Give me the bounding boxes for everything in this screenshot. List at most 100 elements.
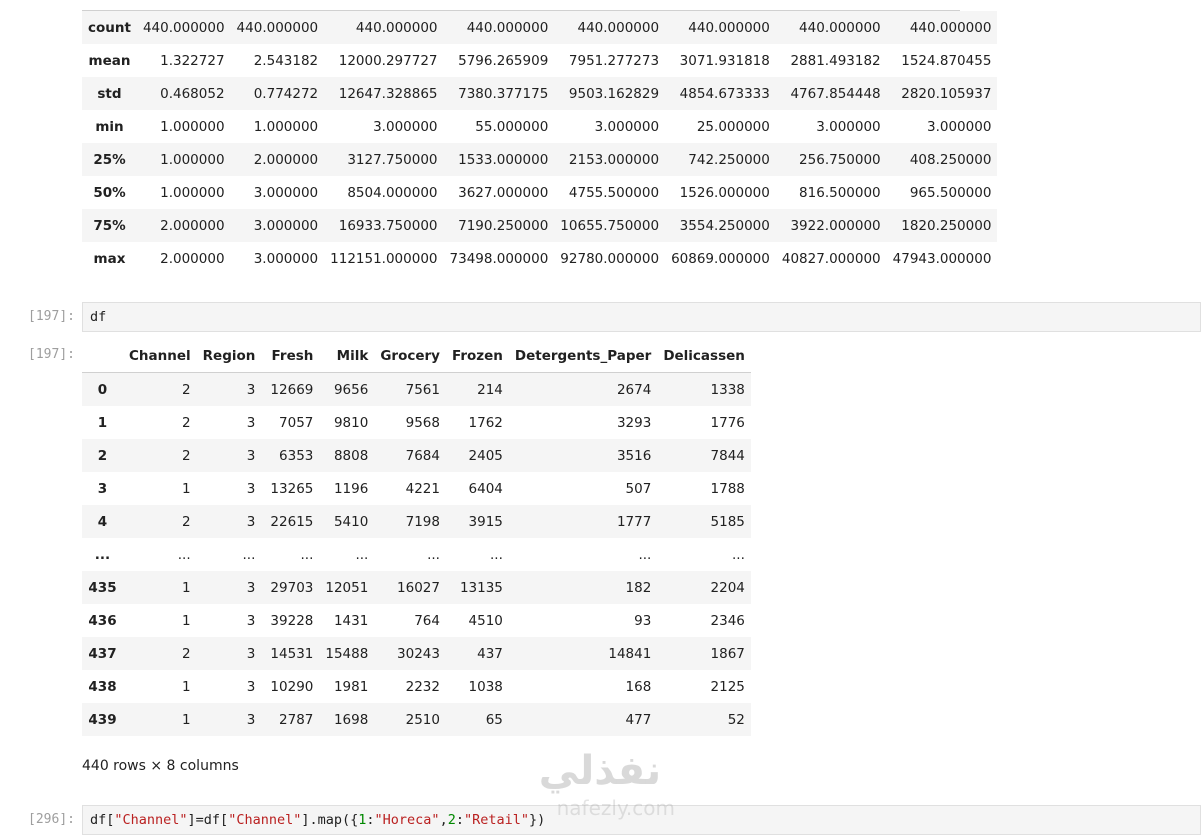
dataframe-cell: 3293 [616, 414, 652, 431]
describe-cell: 440.000000 [236, 19, 319, 36]
dataframe-cell: 2 [182, 447, 191, 464]
describe-cell: 4854.673333 [679, 85, 770, 102]
dataframe-row-index: 3 [97, 480, 108, 497]
table-row: 4 2 3 22615 5410 7198 3915 1777 5185 [82, 505, 751, 538]
describe-cell: 440.000000 [688, 19, 770, 36]
dataframe-cell: 9656 [333, 381, 369, 398]
describe-cell: 965.500000 [909, 184, 992, 201]
describe-cell: 2820.105937 [901, 85, 992, 102]
dataframe-cell: 1196 [333, 480, 369, 497]
describe-cell: 408.250000 [909, 151, 992, 168]
dataframe-cell: 3 [246, 513, 256, 530]
dataframe-cell: 1431 [333, 612, 369, 629]
dataframe-cell: 437 [477, 645, 503, 662]
describe-cell: 816.500000 [799, 184, 881, 201]
describe-cell: 1.000000 [253, 118, 319, 135]
describe-cell: 3.000000 [816, 118, 881, 135]
describe-cell: 440.000000 [142, 19, 225, 36]
dataframe-cell: 13135 [459, 579, 503, 596]
describe-cell: 2.000000 [253, 151, 319, 168]
dataframe-cell: ... [300, 546, 314, 563]
dataframe-cell: 12669 [270, 381, 314, 398]
dataframe-cell: 1698 [333, 711, 369, 728]
dataframe-cell: 5410 [333, 513, 369, 530]
dataframe-cell: 7684 [405, 447, 440, 464]
describe-cell: 1.000000 [160, 151, 225, 168]
table-row: 436 1 3 39228 1431 764 4510 93 2346 [82, 604, 751, 637]
dataframe-row-index: 2 [97, 447, 108, 464]
dataframe-cell: 7561 [405, 381, 440, 398]
dataframe-cell: 16027 [397, 579, 440, 596]
dataframe-row-index: 435 [88, 579, 117, 596]
code-token: "Channel" [114, 812, 188, 828]
dataframe-cell: 4221 [405, 480, 440, 497]
describe-cell: 10655.750000 [560, 217, 660, 234]
describe-cell: 2.000000 [160, 217, 225, 234]
describe-cell: 3627.000000 [458, 184, 549, 201]
dataframe-cell: 3 [246, 678, 256, 695]
dataframe-cell: 1338 [710, 381, 745, 398]
dataframe-cell: 1981 [333, 678, 369, 695]
dataframe-cell: 3 [246, 381, 256, 398]
dataframe-cell: 477 [625, 711, 652, 728]
describe-cell: 8504.000000 [347, 184, 438, 201]
dataframe-row-index: 436 [88, 612, 117, 629]
table-row: 439 1 3 2787 1698 2510 65 477 52 [82, 703, 751, 736]
code-token: , [439, 812, 448, 828]
describe-cell: 256.750000 [799, 151, 881, 168]
describe-cell: 440.000000 [466, 19, 549, 36]
describe-cell: 1524.870455 [901, 52, 992, 69]
describe-cell: 7951.277273 [568, 52, 660, 69]
dataframe-cell: 9568 [405, 414, 440, 431]
dataframe-row-index: 0 [97, 381, 108, 398]
dataframe-cell: 1 [182, 678, 191, 695]
code-input[interactable]: df [82, 302, 1201, 332]
dataframe-column-header: Frozen [445, 340, 509, 373]
dataframe-cell: 2787 [279, 711, 314, 728]
code-token: 2 [447, 812, 456, 828]
dataframe-cell: 2674 [616, 381, 652, 398]
dataframe-cell: 4510 [468, 612, 503, 629]
code-token: ].map({ [301, 812, 359, 828]
output-prompt: [197]: [28, 347, 75, 362]
dataframe-cell: ... [242, 546, 256, 563]
table-row: ........................... [82, 538, 751, 571]
describe-cell: 7190.250000 [458, 217, 549, 234]
dataframe-cell: ... [177, 546, 191, 563]
dataframe-column-header: Grocery [374, 340, 446, 373]
describe-cell: 73498.000000 [449, 250, 549, 267]
dataframe-cell: 1762 [468, 414, 503, 431]
describe-cell: 2153.000000 [568, 151, 660, 168]
dataframe-row-index: 4 [97, 513, 108, 530]
dataframe-cell: 1867 [710, 645, 745, 662]
dataframe-cell: 3 [246, 711, 256, 728]
describe-cell: 3127.750000 [347, 151, 438, 168]
describe-row: max 2.000000 3.000000 112151.000000 73498.00… [82, 242, 997, 275]
dataframe-cell: 3 [246, 579, 256, 596]
describe-cell: 16933.750000 [338, 217, 438, 234]
dataframe-row-index: 437 [88, 645, 117, 662]
dataframe-cell: 5185 [710, 513, 745, 530]
dataframe-row-index: 439 [88, 711, 117, 728]
dataframe-cell: 2 [182, 414, 191, 431]
dataframe-cell: 182 [625, 579, 652, 596]
dataframe-cell: 52 [727, 711, 745, 728]
describe-cell: 3.000000 [253, 184, 319, 201]
dataframe-cell: 7057 [279, 414, 314, 431]
describe-cell: 25.000000 [696, 118, 770, 135]
describe-cell: 4755.500000 [568, 184, 660, 201]
dataframe-cell: 22615 [270, 513, 314, 530]
dataframe-cell: ... [490, 546, 503, 563]
dataframe-cell: 29703 [270, 579, 314, 596]
dataframe-cell: 3 [246, 480, 256, 497]
dataframe-cell: 1 [182, 711, 191, 728]
dataframe-cell: 8808 [333, 447, 369, 464]
describe-row: std 0.468052 0.774272 12647.328865 7380.3771… [82, 77, 998, 110]
dataframe-cell: 2125 [710, 678, 745, 695]
describe-cell: 40827.000000 [781, 250, 881, 267]
dataframe-shape-note: 440 rows × 8 columns [82, 758, 239, 774]
dataframe-cell: ... [732, 546, 745, 563]
dataframe-cell: 1 [182, 612, 191, 629]
describe-cell: 2.543182 [253, 52, 319, 69]
describe-cell: 440.000000 [355, 19, 438, 36]
